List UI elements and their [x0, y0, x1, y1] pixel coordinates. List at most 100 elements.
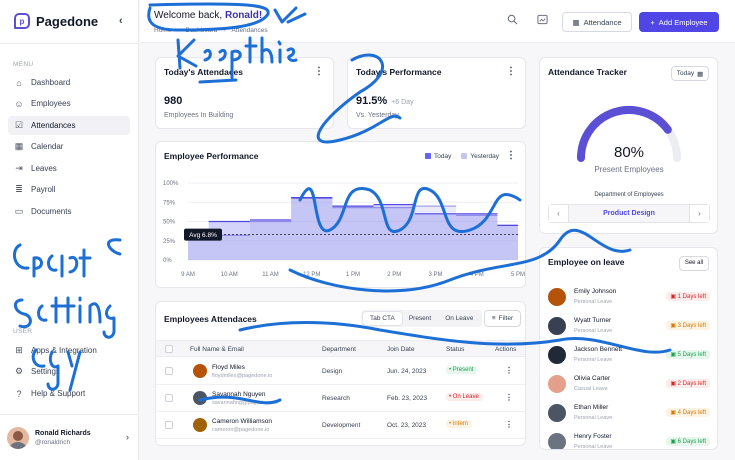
sidebar-item-employees[interactable]: ☺ Employees	[8, 94, 130, 113]
image-icon[interactable]	[535, 14, 549, 28]
x-tick-label: 5 PM	[511, 272, 525, 278]
add-employee-label: Add Employee	[658, 17, 708, 27]
average-label: Avg 6.8%	[189, 232, 217, 239]
attendance-button[interactable]: ▦ Attendance	[562, 12, 632, 32]
x-tick-label: 11 AM	[262, 272, 279, 278]
sidebar-item-label: Dashboard	[31, 78, 71, 87]
employee-join-date: Feb. 23, 2023	[387, 395, 428, 402]
more-icon[interactable]: ⋮	[506, 66, 516, 77]
breadcrumb-dashboard[interactable]: Dashboard	[186, 27, 218, 34]
row-checkbox[interactable]	[165, 367, 173, 375]
y-tick-label: 100%	[163, 181, 179, 187]
leave-employee-name: Henry Foster	[574, 433, 612, 440]
row-checkbox[interactable]	[165, 394, 173, 402]
avatar	[548, 404, 566, 422]
x-tick-label: 12 PM	[303, 272, 320, 278]
calendar-icon: ▦	[572, 17, 580, 27]
sidebar-item-label: Apps & Integration	[31, 346, 97, 355]
search-icon[interactable]	[505, 14, 519, 28]
area-today	[188, 197, 518, 260]
calendar-icon: ▦	[697, 70, 704, 78]
avatar	[193, 391, 207, 405]
more-icon[interactable]: ⋮	[314, 66, 324, 77]
leave-list-item[interactable]: Henry Foster Personal Leave ▣ 6 Days left	[548, 430, 710, 449]
leave-list-item[interactable]: Ethan Miller Personal Leave ▣ 4 Days left	[548, 401, 710, 426]
sidebar: p Pagedone ‹ MENU ⌂ Dashboard ☺ Employee…	[0, 0, 139, 460]
x-tick-label: 9 AM	[181, 272, 195, 278]
sidebar-item-attendances[interactable]: ☑ Attendances	[8, 116, 130, 135]
table-header: Full Name & Email Department Join Date S…	[156, 340, 525, 357]
more-icon[interactable]: ⋮	[505, 393, 513, 402]
plus-icon: +	[650, 17, 655, 27]
avatar	[548, 317, 566, 335]
column-header: Actions	[495, 346, 517, 353]
chevron-left-icon[interactable]: ‹	[549, 205, 569, 222]
leave-list-item[interactable]: Emily Johnson Personal Leave ▣ 1 Days left	[548, 285, 710, 310]
days-left-badge: ▣ 1 Days left	[666, 292, 710, 301]
leave-list-item[interactable]: Jackson Bennett Personal Leave ▣ 5 Days le…	[548, 343, 710, 368]
sidebar-item-leaves[interactable]: ⇥ Leaves	[8, 159, 130, 178]
welcome-prefix: Welcome back,	[154, 10, 223, 21]
leave-employee-name: Olivia Carter	[574, 375, 611, 382]
chevron-right-icon[interactable]: ›	[126, 432, 129, 442]
check-square-icon: ☑	[14, 120, 24, 130]
leave-list-item[interactable]: Wyatt Turner Personal Leave ▣ 3 Days left	[548, 314, 710, 339]
employee-name: Darrell Steward	[212, 445, 257, 446]
leave-type: Personal Leave	[574, 328, 613, 334]
tab-on-leave[interactable]: On Leave	[438, 312, 480, 325]
sidebar-item-settings[interactable]: ⚙ Settings	[8, 362, 130, 381]
chevron-left-icon[interactable]: ‹	[119, 15, 123, 27]
sidebar-item-label: Employees	[31, 99, 71, 108]
sidebar-item-label: Help & Support	[31, 389, 86, 398]
sidebar-item-help[interactable]: ? Help & Support	[8, 384, 130, 403]
see-all-button[interactable]: See all	[679, 256, 709, 271]
chart-title: Employee Performance	[164, 151, 259, 161]
table-row[interactable]: Cameron Williamson cameron@pagedone.io Dev…	[156, 412, 525, 439]
user-section-label: USER	[13, 328, 33, 335]
sidebar-item-payroll[interactable]: ≣ Payroll	[8, 180, 130, 199]
avatar	[548, 433, 566, 449]
exit-icon: ⇥	[15, 163, 23, 173]
performance-value: 91.5% +6 Day	[356, 95, 414, 107]
leave-employee-name: Emily Johnson	[574, 288, 617, 295]
period-select[interactable]: Today ▦	[671, 66, 709, 81]
profile-card[interactable]: Ronald Richards @ronaldrich ›	[7, 423, 131, 453]
status-badge: • Present	[446, 366, 478, 374]
brand[interactable]: p Pagedone	[14, 13, 98, 29]
sidebar-item-apps-integration[interactable]: ⊞ Apps & Integration	[8, 341, 130, 360]
chevron-right-icon[interactable]: ›	[689, 205, 709, 222]
leave-type: Personal Leave	[574, 357, 613, 363]
leave-type: Casual Leave	[574, 386, 608, 392]
leave-type: Personal Leave	[574, 415, 613, 421]
row-checkbox[interactable]	[165, 421, 173, 429]
legend-label: Yesterday	[470, 153, 499, 160]
leave-title: Employee on leave	[548, 257, 625, 267]
table-row[interactable]: Savannah Nguyen savannahng@pagedone.io Res…	[156, 385, 525, 412]
more-icon[interactable]: ⋮	[505, 366, 513, 375]
sidebar-item-calendar[interactable]: ▦ Calendar	[8, 137, 130, 156]
table-row[interactable]: Floyd Miles floydmiles@pagedone.io Design J…	[156, 358, 525, 385]
legend-item: Today	[424, 153, 451, 160]
tab-present[interactable]: Present	[402, 312, 438, 325]
more-icon[interactable]: ⋮	[506, 150, 516, 161]
database-icon: ≣	[15, 184, 23, 194]
sidebar-item-dashboard[interactable]: ⌂ Dashboard	[8, 73, 130, 92]
select-all-checkbox[interactable]	[165, 345, 173, 353]
sidebar-item-documents[interactable]: ▭ Documents	[8, 202, 130, 221]
breadcrumb-home[interactable]: Home	[154, 27, 171, 34]
folder-icon: ▭	[14, 206, 24, 216]
x-tick-label: 10 AM	[221, 272, 238, 278]
table-row[interactable]: Darrell Steward⋮	[156, 439, 525, 446]
gauge-label: Present Employees	[594, 165, 664, 174]
tab-cta[interactable]: Tab CTA	[363, 312, 402, 325]
leave-list-item[interactable]: Olivia Carter Casual Leave ▣ 2 Days left	[548, 372, 710, 397]
more-icon[interactable]: ⋮	[505, 420, 513, 429]
apps-icon: ⊞	[15, 345, 23, 355]
add-employee-button[interactable]: + Add Employee	[639, 12, 719, 32]
days-left-badge: ▣ 6 Days left	[666, 437, 710, 446]
column-header: Join Date	[387, 346, 415, 353]
filter-button[interactable]: ≡ Filter	[484, 310, 521, 327]
employees-attendance-card: Employees Attendaces Tab CTA Present On …	[155, 301, 526, 446]
y-tick-label: 0%	[163, 258, 172, 264]
performance-subtitle: Vs. Yesterday	[356, 112, 399, 119]
